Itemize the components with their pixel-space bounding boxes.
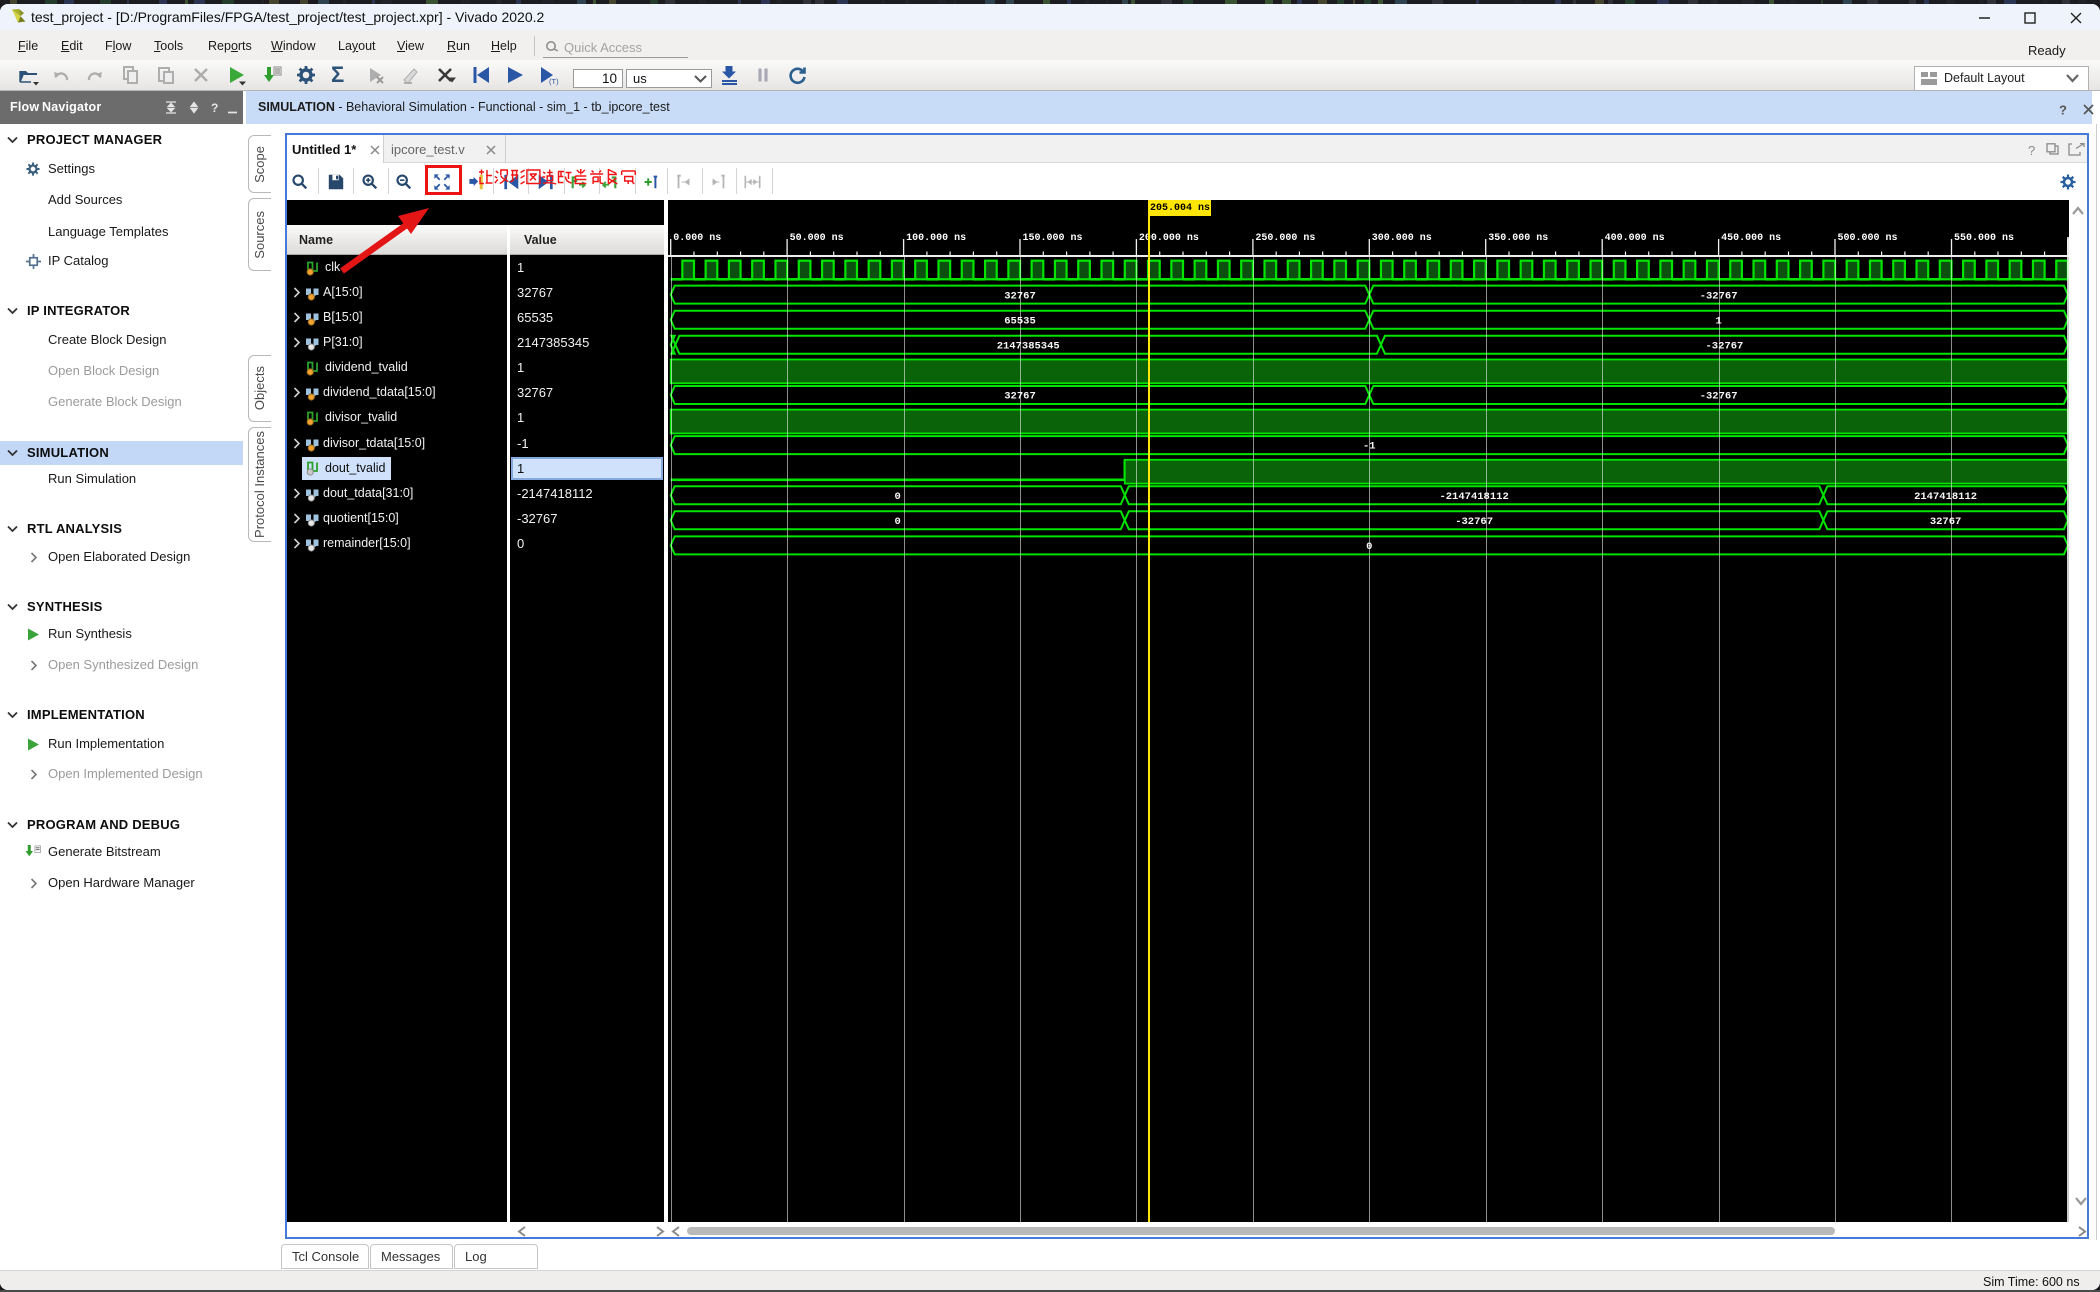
- svg-text:(T): (T): [549, 77, 559, 86]
- svg-text:?: ?: [211, 101, 218, 114]
- svg-text:0: 0: [895, 491, 901, 503]
- svg-text:?: ?: [2028, 143, 2035, 156]
- svg-text:2147418112: 2147418112: [1914, 491, 1977, 503]
- svg-text:-32767: -32767: [1705, 340, 1743, 352]
- svg-text:-2147418112: -2147418112: [1439, 491, 1508, 503]
- svg-text:?: ?: [2059, 103, 2067, 116]
- svg-text:32767: 32767: [1930, 516, 1962, 528]
- svg-text:-32767: -32767: [1455, 516, 1493, 528]
- svg-text:0: 0: [895, 516, 901, 528]
- svg-text:2147385345: 2147385345: [997, 340, 1060, 352]
